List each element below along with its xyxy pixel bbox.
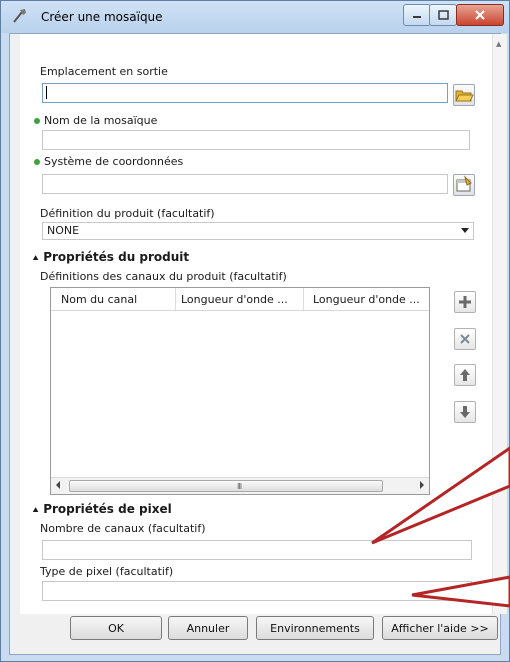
table-header: Nom du canal Longueur d'onde ... Longueu… [51,288,429,311]
title-bar[interactable]: Créer une mosaïque [1,1,509,33]
parameters-panel: Emplacement en sortie Nom de la mosaïque… [20,34,492,614]
scroll-thumb[interactable]: III [69,480,383,492]
product-definition-select[interactable]: NONE [42,222,474,240]
pixel-properties-title: Propriétés de pixel [43,502,172,516]
band-count-input[interactable] [42,540,472,560]
arrow-down-icon [460,406,470,418]
move-down-button[interactable] [454,401,476,423]
required-dot-icon [34,159,40,165]
plus-icon [459,296,471,308]
remove-band-button[interactable] [454,328,476,350]
mosaic-name-input[interactable] [42,130,470,150]
add-band-button[interactable] [454,291,476,313]
column-header-wavelength-min[interactable]: Longueur d'onde ... [181,293,288,306]
coordinate-system-label: Système de coordonnées [34,155,183,168]
pixel-type-label: Type de pixel (facultatif) [40,565,174,578]
column-header-wavelength-max[interactable]: Longueur d'onde ... [313,293,420,306]
coordinate-system-button[interactable] [453,174,475,196]
mosaic-name-label-text: Nom de la mosaïque [44,114,158,127]
maximize-button[interactable] [429,4,457,26]
product-properties-title: Propriétés du produit [43,250,190,264]
maximize-icon [437,10,449,20]
arcgis-tool-icon [13,9,26,23]
arrow-up-icon [460,369,470,381]
scroll-up-icon[interactable]: ▲ [496,40,501,48]
spatial-reference-icon [456,175,472,192]
mosaic-name-label: Nom de la mosaïque [34,114,157,127]
ok-button[interactable]: OK [70,616,162,640]
browse-output-button[interactable] [453,84,475,106]
show-help-button[interactable]: Afficher l'aide >> [382,616,498,640]
pixel-type-input[interactable] [42,581,472,601]
close-icon [475,10,485,20]
column-divider[interactable] [175,288,176,310]
column-divider[interactable] [303,288,304,310]
dialog-client: Emplacement en sortie Nom de la mosaïque… [9,33,507,655]
collapse-chevron-icon: ⯅ [32,254,40,264]
collapse-chevron-icon: ⯅ [32,506,40,516]
cancel-button[interactable]: Annuler [168,616,248,640]
coordinate-system-input[interactable] [42,174,448,194]
coordinate-system-label-text: Système de coordonnées [44,155,184,168]
minimize-button[interactable] [403,4,431,26]
band-definitions-label: Définitions des canaux du produit (facul… [40,270,287,283]
scroll-right-icon[interactable] [420,481,424,489]
vertical-scrollbar[interactable]: ▲ [492,34,507,614]
chevron-down-icon [461,228,469,233]
scroll-left-icon[interactable] [56,481,60,489]
window-title: Créer une mosaïque [41,10,163,24]
x-icon [460,334,470,344]
scroll-grip: III [237,482,242,491]
band-count-label: Nombre de canaux (facultatif) [40,522,206,535]
output-location-label: Emplacement en sortie [40,65,168,78]
dialog-window: Créer une mosaïque Emplacement en sortie [0,0,510,662]
product-definition-value: NONE [47,224,80,237]
column-header-band-name[interactable]: Nom du canal [61,293,137,306]
open-folder-icon [455,90,474,102]
table-horizontal-scrollbar[interactable]: III [51,477,429,494]
required-dot-icon [34,118,40,124]
close-button[interactable] [456,4,504,26]
band-definitions-table[interactable]: Nom du canal Longueur d'onde ... Longueu… [50,287,430,495]
environments-button[interactable]: Environnements [256,616,374,640]
product-definition-label: Définition du produit (facultatif) [40,207,215,220]
output-location-input[interactable] [42,83,448,103]
pixel-properties-header[interactable]: ⯅ Propriétés de pixel [32,502,172,516]
product-properties-header[interactable]: ⯅ Propriétés du produit [32,250,189,264]
text-caret [46,86,47,99]
move-up-button[interactable] [454,364,476,386]
minimize-icon [413,16,421,18]
